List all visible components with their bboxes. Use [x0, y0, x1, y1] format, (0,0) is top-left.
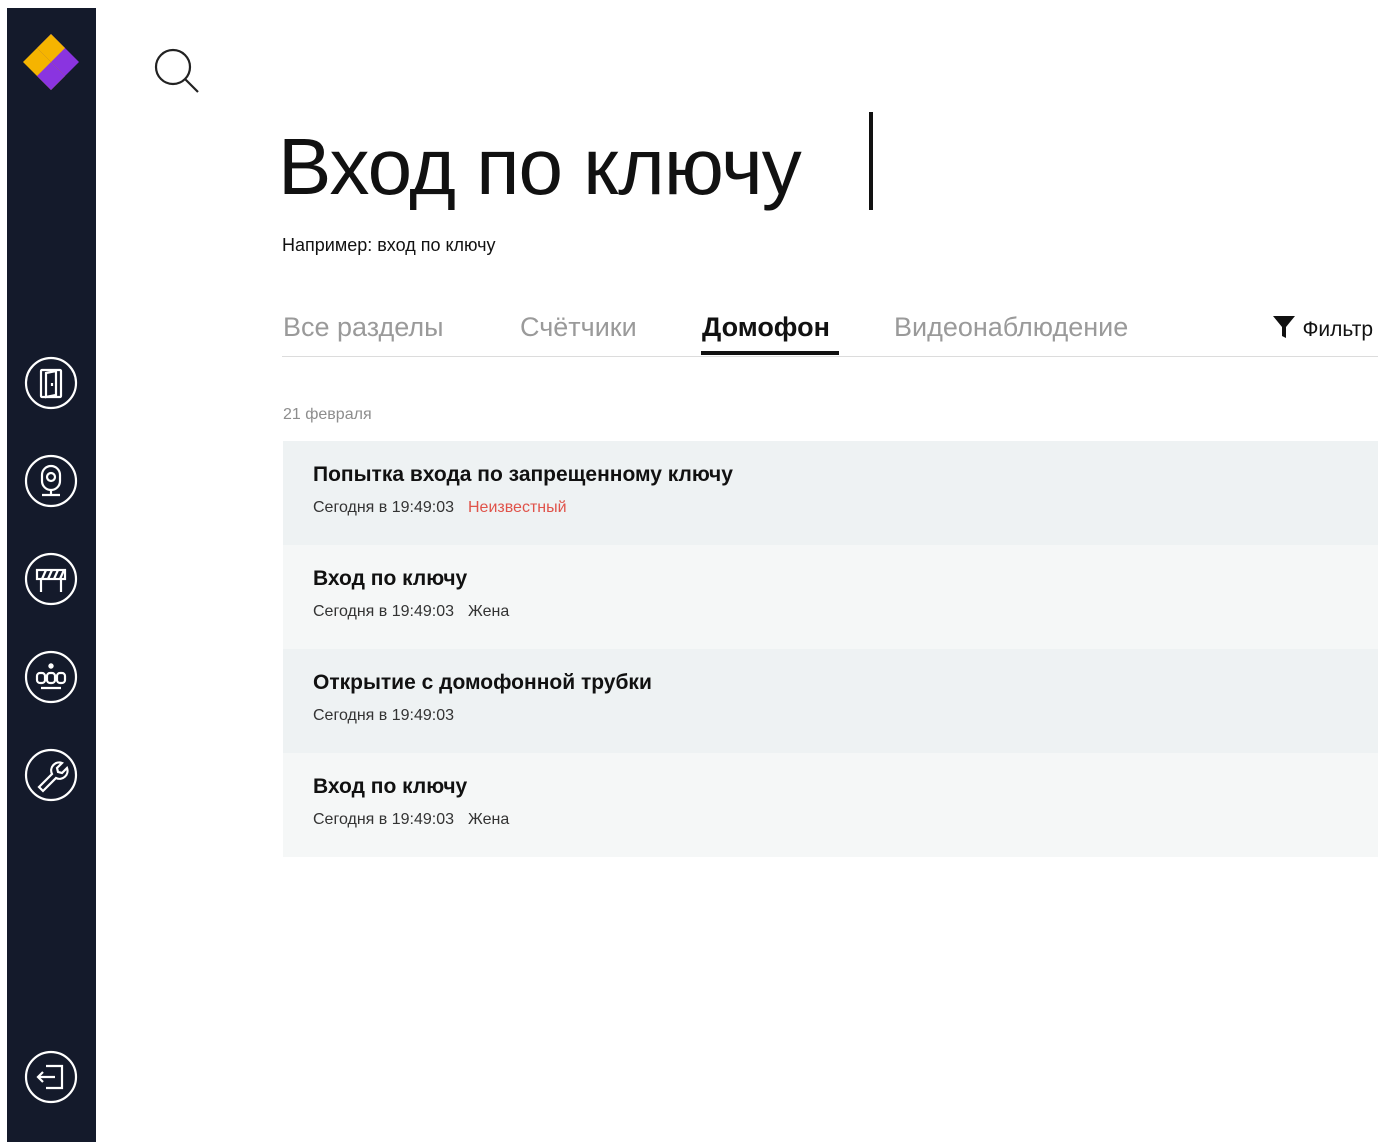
tab-video-surveillance[interactable]: Видеонаблюдение [894, 312, 1128, 343]
logout-icon [24, 1050, 78, 1104]
event-time: Сегодня в 19:49:03 [313, 811, 454, 828]
list-item[interactable]: Открытие с домофонной трубки Сегодня в 1… [283, 649, 1378, 753]
search-input[interactable] [278, 112, 1178, 222]
funnel-icon [1272, 314, 1296, 346]
event-title: Попытка входа по запрещенному ключу [313, 463, 733, 486]
camera-icon [24, 454, 78, 508]
logout-button[interactable] [24, 1050, 78, 1104]
event-person: Жена [468, 811, 510, 828]
brand-logo[interactable] [21, 32, 81, 92]
event-meta: Сегодня в 19:49:03 Жена [313, 811, 509, 829]
search-hint: Например: вход по ключу [282, 235, 496, 255]
list-item[interactable]: Вход по ключу Сегодня в 19:49:03 Жена [283, 545, 1378, 649]
event-time: Сегодня в 19:49:03 [313, 499, 454, 516]
event-title: Вход по ключу [313, 775, 468, 798]
event-time: Сегодня в 19:49:03 [313, 707, 454, 724]
sidebar [7, 8, 96, 1142]
search-icon [152, 48, 202, 100]
barrier-icon [24, 552, 78, 606]
text-caret [869, 112, 873, 210]
search-button[interactable] [152, 46, 202, 96]
door-icon [24, 356, 78, 410]
event-title: Вход по ключу [313, 567, 468, 590]
event-title: Открытие с домофонной трубки [313, 671, 652, 694]
intercom-icon [24, 650, 78, 704]
event-person: Неизвестный [468, 499, 567, 516]
sidebar-item-door[interactable] [24, 356, 78, 410]
tab-meters[interactable]: Счётчики [520, 312, 637, 343]
sidebar-item-camera[interactable] [24, 454, 78, 508]
filter-button[interactable]: Фильтр [1272, 314, 1373, 346]
sidebar-item-settings[interactable] [24, 748, 78, 802]
event-meta: Сегодня в 19:49:03 Неизвестный [313, 499, 567, 517]
event-person: Жена [468, 603, 510, 620]
list-item[interactable]: Вход по ключу Сегодня в 19:49:03 Жена [283, 753, 1378, 857]
sidebar-item-intercom[interactable] [24, 650, 78, 704]
date-group-label: 21 февраля [283, 406, 372, 423]
event-time: Сегодня в 19:49:03 [313, 603, 454, 620]
event-meta: Сегодня в 19:49:03 [313, 707, 454, 725]
tab-all-sections[interactable]: Все разделы [283, 312, 444, 343]
sidebar-item-barrier[interactable] [24, 552, 78, 606]
event-meta: Сегодня в 19:49:03 Жена [313, 603, 509, 621]
app-window: Например: вход по ключу Все разделы Счёт… [0, 0, 1378, 1142]
section-tabs: Все разделы Счётчики Домофон Видеонаблюд… [282, 300, 1378, 357]
tab-intercom[interactable]: Домофон [702, 312, 830, 343]
active-tab-indicator [701, 351, 839, 355]
event-list: Попытка входа по запрещенному ключу Сего… [283, 441, 1378, 857]
filter-label: Фильтр [1302, 318, 1373, 341]
wrench-icon [24, 748, 78, 802]
list-item[interactable]: Попытка входа по запрещенному ключу Сего… [283, 441, 1378, 545]
